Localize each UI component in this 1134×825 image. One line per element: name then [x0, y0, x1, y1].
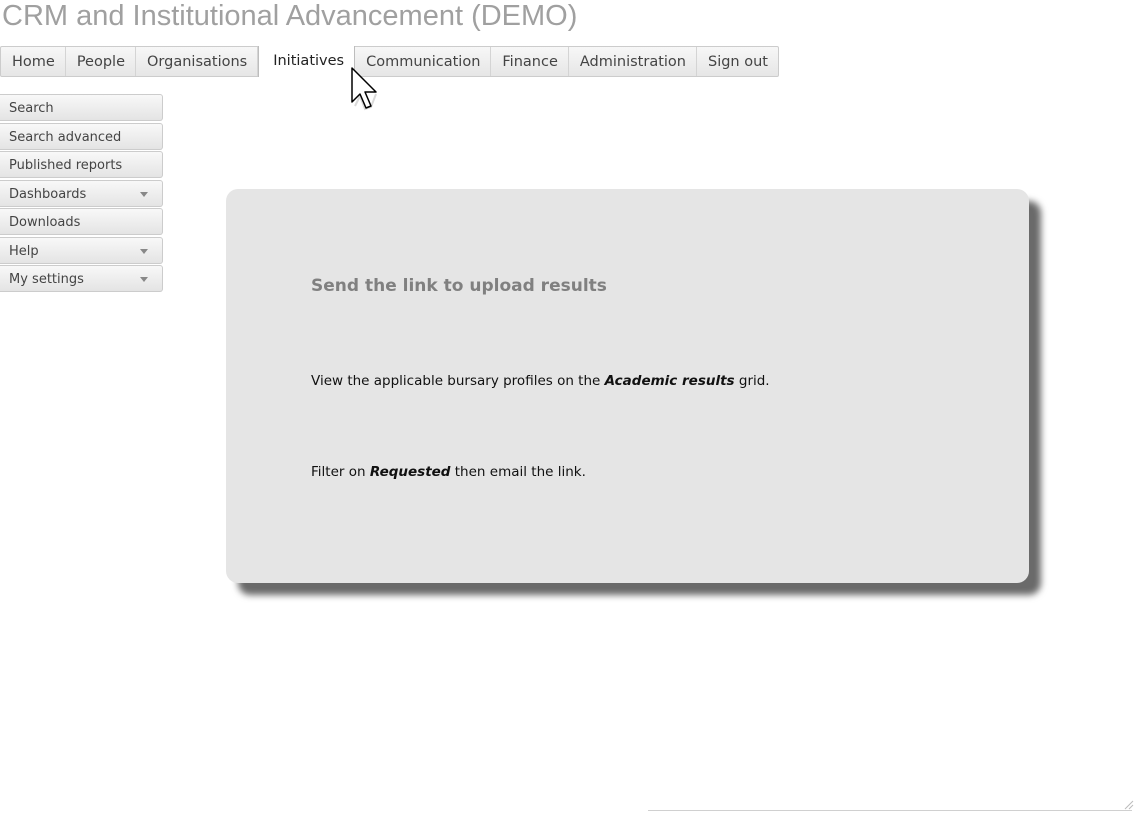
- resize-grip-icon[interactable]: [1122, 798, 1134, 810]
- sidebar-item-downloads[interactable]: Downloads: [0, 208, 163, 235]
- window-bottom-edge: [648, 810, 1132, 811]
- sidebar-item-label: Published reports: [9, 158, 123, 173]
- instruction-line-1: View the applicable bursary profiles on …: [311, 373, 770, 389]
- instruction-text: View the applicable bursary profiles on …: [311, 373, 605, 389]
- instruction-emphasis: Requested: [369, 464, 451, 480]
- sidebar-item-label: My settings: [9, 272, 84, 287]
- top-navigation: Home People Organisations Initiatives Co…: [0, 46, 779, 77]
- instruction-text: then email the link.: [450, 464, 586, 480]
- nav-administration[interactable]: Administration: [569, 47, 697, 76]
- nav-finance[interactable]: Finance: [491, 47, 569, 76]
- sidebar-item-label: Help: [9, 243, 39, 259]
- panel-heading: Send the link to upload results: [311, 276, 607, 296]
- sidebar-item-my-settings[interactable]: My settings: [0, 265, 163, 292]
- sidebar-item-label: Downloads: [9, 215, 81, 230]
- sidebar-item-search[interactable]: Search: [0, 94, 163, 121]
- caret-down-icon: [140, 191, 148, 197]
- nav-home[interactable]: Home: [1, 47, 66, 76]
- sidebar-item-published-reports[interactable]: Published reports: [0, 151, 163, 178]
- arrow-pointer-icon: [351, 67, 377, 111]
- sidebar-item-search-advanced[interactable]: Search advanced: [0, 122, 163, 150]
- nav-initiatives[interactable]: Initiatives: [258, 46, 356, 77]
- app-title: CRM and Institutional Advancement (DEMO): [2, 0, 578, 32]
- sidebar: Search Search advanced Published reports…: [0, 94, 163, 294]
- instruction-line-2: Filter on Requested then email the link.: [311, 464, 586, 480]
- sidebar-item-dashboards[interactable]: Dashboards: [0, 179, 163, 207]
- sidebar-item-label: Dashboards: [9, 186, 87, 202]
- instruction-panel: Send the link to upload results View the…: [226, 189, 1029, 583]
- sidebar-item-label: Search: [9, 101, 54, 116]
- nav-people[interactable]: People: [66, 47, 137, 76]
- caret-down-icon: [140, 248, 148, 254]
- caret-down-icon: [140, 277, 148, 282]
- nav-sign-out[interactable]: Sign out: [697, 47, 778, 76]
- sidebar-item-help[interactable]: Help: [0, 236, 163, 264]
- instruction-text: grid.: [734, 373, 770, 389]
- instruction-text: Filter on: [311, 464, 370, 480]
- nav-organisations[interactable]: Organisations: [136, 47, 259, 76]
- instruction-emphasis: Academic results: [604, 373, 735, 389]
- sidebar-item-label: Search advanced: [9, 129, 122, 145]
